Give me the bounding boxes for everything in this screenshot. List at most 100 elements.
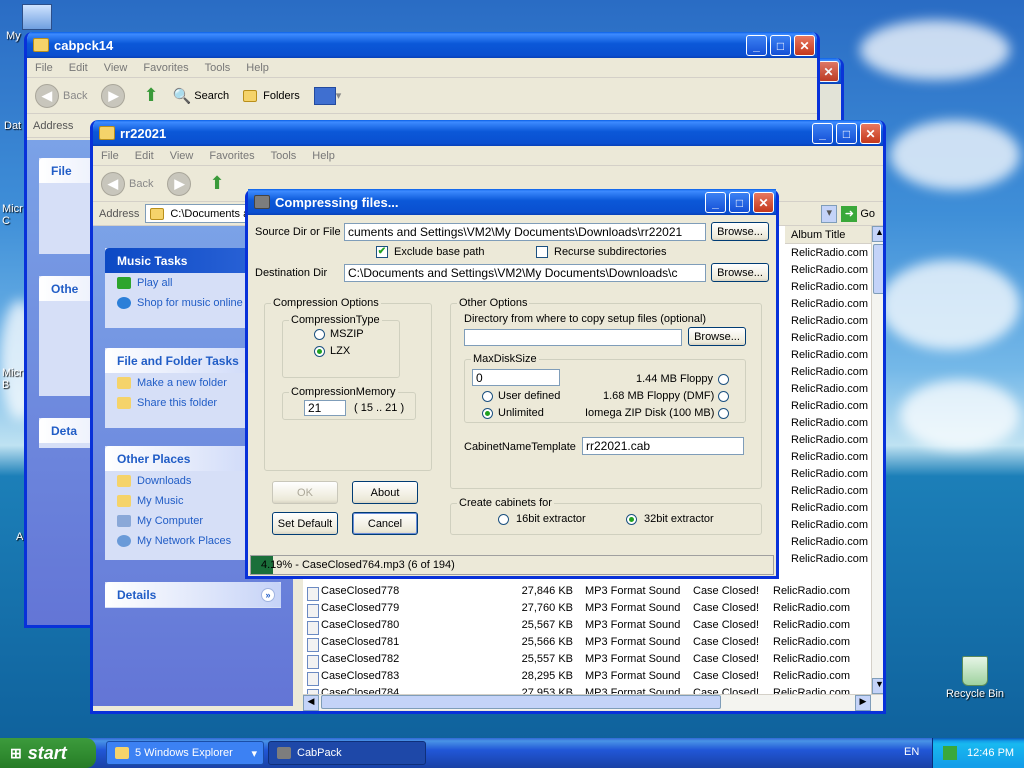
horizontal-scrollbar[interactable]: ◀ ▶ bbox=[303, 694, 883, 711]
microsoft-icon-1[interactable]: Micr C bbox=[2, 203, 23, 227]
scroll-thumb[interactable] bbox=[873, 244, 883, 294]
ok-button[interactable]: OK bbox=[272, 481, 338, 504]
max-disk-input[interactable]: 0 bbox=[472, 369, 560, 386]
destination-input[interactable]: C:\Documents and Settings\VM2\My Documen… bbox=[344, 264, 706, 282]
menu-file[interactable]: File bbox=[101, 150, 119, 162]
clock[interactable]: 12:46 PM bbox=[967, 747, 1014, 759]
up-button[interactable]: ⬆ bbox=[143, 85, 158, 106]
menu-edit[interactable]: Edit bbox=[69, 62, 88, 74]
mszip-radio[interactable] bbox=[314, 329, 325, 340]
iomega-radio[interactable] bbox=[718, 408, 729, 419]
setup-dir-input[interactable] bbox=[464, 329, 682, 346]
scroll-down-button[interactable]: ▼ bbox=[872, 678, 883, 694]
lzx-radio[interactable] bbox=[314, 346, 325, 357]
menu-help[interactable]: Help bbox=[246, 62, 269, 74]
close-button[interactable]: ✕ bbox=[753, 192, 774, 213]
source-input[interactable]: cuments and Settings\VM2\My Documents\Do… bbox=[344, 223, 706, 241]
file-album-cell: RelicRadio.com bbox=[773, 618, 851, 631]
floppy-168-radio[interactable] bbox=[718, 391, 729, 402]
minimize-button[interactable]: _ bbox=[705, 192, 726, 213]
maximize-button[interactable]: □ bbox=[729, 192, 750, 213]
unlimited-radio[interactable] bbox=[482, 408, 493, 419]
start-button[interactable]: ⊞ start bbox=[0, 738, 96, 768]
forward-button[interactable]: ▶ bbox=[101, 83, 129, 108]
destination-browse-button[interactable]: Browse... bbox=[711, 263, 769, 282]
compressing-files-dialog[interactable]: Compressing files... _ □ ✕ Source Dir or… bbox=[245, 189, 779, 579]
recurse-subdirs-checkbox[interactable] bbox=[536, 246, 548, 258]
recycle-bin-icon[interactable]: Recycle Bin bbox=[944, 656, 1006, 700]
microsoft-icon-2[interactable]: Micr B bbox=[2, 367, 23, 391]
table-row[interactable]: CaseClosed778 27,846 KB MP3 Format Sound Ca… bbox=[303, 582, 871, 601]
scroll-right-button[interactable]: ▶ bbox=[855, 695, 871, 711]
vertical-scrollbar[interactable]: ▲ ▼ bbox=[871, 226, 883, 694]
maximize-button[interactable]: □ bbox=[836, 123, 857, 144]
menu-file[interactable]: File bbox=[35, 62, 53, 74]
expand-chevron-icon[interactable]: » bbox=[261, 587, 275, 602]
taskbar-explorer-group[interactable]: 5 Windows Explorer ▾ bbox=[106, 741, 264, 765]
up-button[interactable]: ⬆ bbox=[209, 173, 224, 194]
views-button[interactable]: ▾ bbox=[313, 86, 341, 105]
setup-dir-browse-button[interactable]: Browse... bbox=[688, 327, 746, 346]
file-album-cell: RelicRadio.com bbox=[773, 635, 851, 648]
folder-icon bbox=[99, 126, 115, 140]
menu-favorites[interactable]: Favorites bbox=[209, 150, 254, 162]
details-header[interactable]: Details » bbox=[105, 582, 281, 607]
album-cell: RelicRadio.com bbox=[791, 280, 869, 293]
h-scroll-thumb[interactable] bbox=[321, 695, 721, 709]
address-field[interactable]: C:\Documents ar bbox=[145, 204, 262, 223]
cabinet-template-input[interactable]: rr22021.cab bbox=[582, 437, 744, 455]
table-row[interactable]: CaseClosed781 25,566 KB MP3 Format Sound Ca… bbox=[303, 633, 871, 652]
data-icon-label[interactable]: Dat bbox=[4, 120, 21, 132]
folders-button[interactable]: Folders bbox=[243, 89, 300, 102]
floppy-144-radio[interactable] bbox=[718, 374, 729, 385]
memory-input[interactable]: 21 bbox=[304, 400, 346, 416]
table-row[interactable]: CaseClosed780 25,567 KB MP3 Format Sound Ca… bbox=[303, 616, 871, 635]
taskbar-cabpack[interactable]: CabPack bbox=[268, 741, 426, 765]
back-button[interactable]: ◀ Back bbox=[101, 171, 153, 196]
back-button[interactable]: ◀ Back bbox=[35, 83, 87, 108]
language-indicator[interactable]: EN bbox=[904, 746, 919, 758]
scroll-up-button[interactable]: ▲ bbox=[872, 226, 883, 242]
close-button[interactable]: ✕ bbox=[860, 123, 881, 144]
minimize-button[interactable]: _ bbox=[746, 35, 767, 56]
close-button[interactable]: ✕ bbox=[794, 35, 815, 56]
album-cell: RelicRadio.com bbox=[791, 399, 869, 412]
window-titlebar[interactable]: cabpck14 _ □ ✕ bbox=[27, 32, 817, 58]
menu-view[interactable]: View bbox=[170, 150, 194, 162]
32bit-label: 32bit extractor bbox=[644, 513, 714, 525]
table-row[interactable]: CaseClosed783 28,295 KB MP3 Format Sound Ca… bbox=[303, 667, 871, 686]
window-titlebar[interactable]: rr22021 _ □ ✕ bbox=[93, 120, 883, 146]
cancel-button[interactable]: Cancel bbox=[352, 512, 418, 535]
close-button[interactable]: ✕ bbox=[818, 61, 839, 82]
table-row[interactable]: CaseClosed779 27,760 KB MP3 Format Sound Ca… bbox=[303, 599, 871, 618]
scroll-left-button[interactable]: ◀ bbox=[303, 695, 319, 711]
search-button[interactable]: 🔍 Search bbox=[173, 87, 230, 105]
menu-edit[interactable]: Edit bbox=[135, 150, 154, 162]
about-button[interactable]: About bbox=[352, 481, 418, 504]
source-browse-button[interactable]: Browse... bbox=[711, 222, 769, 241]
table-row[interactable]: CaseClosed782 25,557 KB MP3 Format Sound Ca… bbox=[303, 650, 871, 669]
menu-help[interactable]: Help bbox=[312, 150, 335, 162]
minimize-button[interactable]: _ bbox=[812, 123, 833, 144]
exclude-base-path-checkbox[interactable]: ✔ bbox=[376, 246, 388, 258]
32bit-radio[interactable] bbox=[626, 514, 637, 525]
go-button[interactable]: ➜ Go bbox=[841, 205, 875, 222]
menu-view[interactable]: View bbox=[104, 62, 128, 74]
forward-button[interactable]: ▶ bbox=[167, 171, 195, 196]
forward-arrow-icon: ▶ bbox=[101, 83, 126, 108]
tray-network-icon[interactable] bbox=[943, 746, 957, 760]
16bit-radio[interactable] bbox=[498, 514, 509, 525]
user-defined-radio[interactable] bbox=[482, 391, 493, 402]
maximize-button[interactable]: □ bbox=[770, 35, 791, 56]
menu-tools[interactable]: Tools bbox=[205, 62, 231, 74]
menu-tools[interactable]: Tools bbox=[271, 150, 297, 162]
dialog-titlebar[interactable]: Compressing files... _ □ ✕ bbox=[248, 189, 776, 215]
menu-favorites[interactable]: Favorites bbox=[143, 62, 188, 74]
address-dropdown-button[interactable]: ▾ bbox=[821, 204, 838, 223]
a-icon[interactable]: A bbox=[16, 531, 23, 543]
source-label: Source Dir or File bbox=[255, 226, 341, 238]
column-header-album[interactable]: Album Title bbox=[785, 226, 871, 244]
album-cell: RelicRadio.com bbox=[791, 467, 869, 480]
file-album-cell: RelicRadio.com bbox=[773, 652, 851, 665]
set-default-button[interactable]: Set Default bbox=[272, 512, 338, 535]
